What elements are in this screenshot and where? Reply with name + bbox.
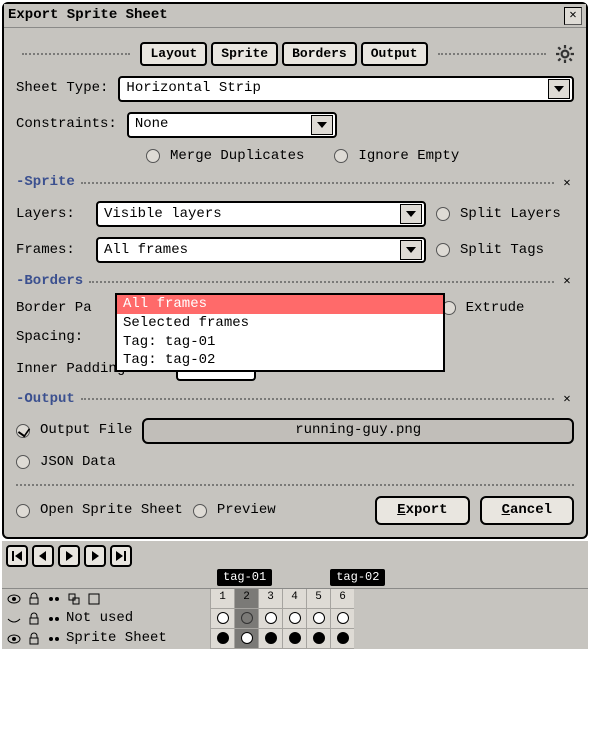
play-button[interactable] (58, 545, 80, 567)
sheet-type-value: Horizontal Strip (126, 80, 260, 97)
export-button[interactable]: Export (375, 496, 469, 525)
target-icon[interactable] (66, 591, 82, 607)
frames-dropdown[interactable]: All frames Selected frames Tag: tag-01 T… (115, 293, 445, 372)
split-layers-check[interactable]: Split Layers (436, 206, 561, 223)
split-tags-check[interactable]: Split Tags (436, 242, 544, 259)
section-borders: -Borders ✕ (16, 273, 574, 290)
link-icon[interactable] (46, 611, 62, 627)
cel[interactable] (282, 609, 306, 629)
eye-icon[interactable] (6, 611, 22, 627)
cel[interactable] (210, 609, 234, 629)
tab-borders[interactable]: Borders (282, 42, 357, 66)
preview-check[interactable]: Preview (193, 502, 276, 519)
titlebar: Export Sprite Sheet ✕ (4, 4, 586, 28)
prev-frame-button[interactable] (32, 545, 54, 567)
constraints-label: Constraints: (16, 116, 117, 133)
layer-header-row: 1 2 3 4 5 6 (2, 589, 588, 609)
chevron-down-icon (311, 115, 333, 135)
dropdown-item[interactable]: Tag: tag-01 (117, 333, 443, 352)
gear-icon[interactable] (556, 45, 574, 63)
options-icon[interactable] (86, 591, 102, 607)
lock-icon[interactable] (26, 631, 42, 647)
cel[interactable] (306, 609, 330, 629)
last-frame-button[interactable] (110, 545, 132, 567)
layers-value: Visible layers (104, 206, 222, 223)
constraints-select[interactable]: None (127, 112, 337, 138)
frames-value: All frames (104, 242, 188, 259)
section-sprite: -Sprite ✕ (16, 174, 574, 191)
collapse-icon[interactable]: ✕ (560, 275, 574, 289)
tag-chip[interactable]: tag-01 (217, 569, 272, 585)
export-dialog: Export Sprite Sheet ✕ Layout Sprite Bord… (2, 2, 588, 539)
output-file-check[interactable]: Output File (16, 422, 132, 439)
cel[interactable] (234, 609, 258, 629)
lock-icon[interactable] (26, 591, 42, 607)
ignore-empty-check[interactable]: Ignore Empty (334, 148, 459, 165)
frames-select[interactable]: All frames (96, 237, 426, 263)
collapse-icon[interactable]: ✕ (560, 176, 574, 190)
cel[interactable] (306, 629, 330, 649)
tab-layout[interactable]: Layout (140, 42, 207, 66)
window-title: Export Sprite Sheet (8, 7, 564, 24)
layers-select[interactable]: Visible layers (96, 201, 426, 227)
layers-label: Layers: (16, 206, 86, 223)
dropdown-item[interactable]: All frames (117, 295, 443, 314)
sheet-type-label: Sheet Type: (16, 80, 108, 97)
tab-sprite[interactable]: Sprite (211, 42, 278, 66)
cel[interactable] (258, 629, 282, 649)
chevron-down-icon (548, 79, 570, 99)
cel[interactable] (282, 629, 306, 649)
layer-row[interactable]: Sprite Sheet (2, 629, 588, 649)
eye-icon[interactable] (6, 591, 22, 607)
cel[interactable] (234, 629, 258, 649)
frame-header[interactable]: 3 (258, 589, 282, 609)
tag-chip[interactable]: tag-02 (330, 569, 385, 585)
frame-header[interactable]: 6 (330, 589, 354, 609)
json-data-check[interactable]: JSON Data (16, 454, 116, 471)
extrude-check[interactable]: Extrude (442, 300, 525, 317)
cel[interactable] (330, 609, 354, 629)
collapse-icon[interactable]: ✕ (560, 392, 574, 406)
frame-header[interactable]: 1 (210, 589, 234, 609)
link-icon[interactable] (46, 591, 62, 607)
eye-icon[interactable] (6, 631, 22, 647)
close-icon[interactable]: ✕ (564, 7, 582, 25)
cancel-button[interactable]: Cancel (480, 496, 574, 525)
section-output: -Output ✕ (16, 391, 574, 408)
frames-label: Frames: (16, 242, 86, 259)
first-frame-button[interactable] (6, 545, 28, 567)
sheet-type-select[interactable]: Horizontal Strip (118, 76, 574, 102)
tabs: Layout Sprite Borders Output (16, 42, 574, 66)
chevron-down-icon (400, 240, 422, 260)
layer-row[interactable]: Not used (2, 609, 588, 629)
next-frame-button[interactable] (84, 545, 106, 567)
frame-header[interactable]: 2 (234, 589, 258, 609)
dropdown-item[interactable]: Tag: tag-02 (117, 351, 443, 370)
layer-name: Not used (66, 610, 139, 627)
open-sheet-check[interactable]: Open Sprite Sheet (16, 502, 183, 519)
borderpad-label: Border Pa (16, 300, 92, 317)
cel[interactable] (258, 609, 282, 629)
frame-header[interactable]: 5 (306, 589, 330, 609)
lock-icon[interactable] (26, 611, 42, 627)
layer-name: Sprite Sheet (66, 630, 173, 647)
timeline: tag-01 tag-02 1 2 3 4 5 6 (2, 541, 588, 648)
cel[interactable] (210, 629, 234, 649)
output-file-button[interactable]: running-guy.png (142, 418, 574, 444)
frame-header[interactable]: 4 (282, 589, 306, 609)
cel[interactable] (330, 629, 354, 649)
chevron-down-icon (400, 204, 422, 224)
merge-duplicates-check[interactable]: Merge Duplicates (146, 148, 304, 165)
dropdown-item[interactable]: Selected frames (117, 314, 443, 333)
tab-output[interactable]: Output (361, 42, 428, 66)
link-icon[interactable] (46, 631, 62, 647)
constraints-value: None (135, 116, 169, 133)
